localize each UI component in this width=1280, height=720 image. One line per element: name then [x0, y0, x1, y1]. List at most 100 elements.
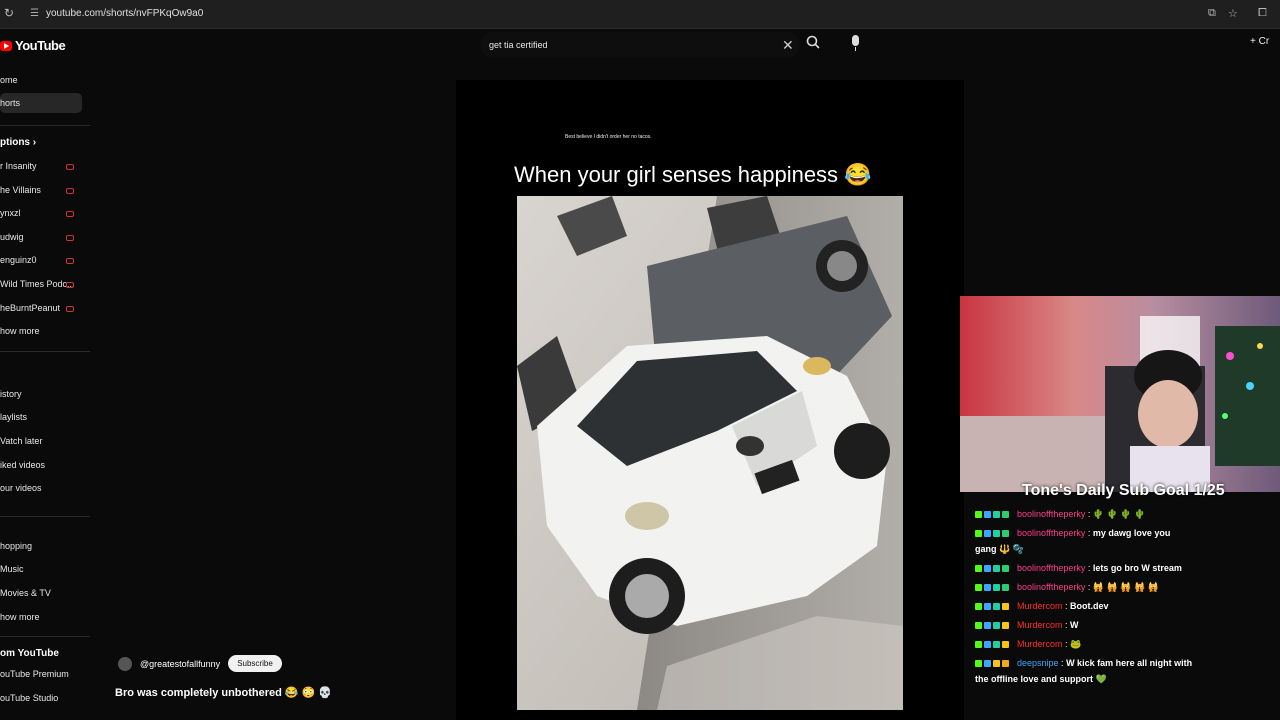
sidebar-subscription[interactable]: udwig: [0, 232, 24, 242]
sidebar-divider: [0, 516, 90, 517]
chat-username[interactable]: Murdercom: [1017, 639, 1063, 649]
live-icon: [66, 188, 74, 194]
sidebar-divider: [0, 636, 90, 637]
chat-text: my dawg love you: [1092, 528, 1171, 538]
sidebar-item-youtube-premium[interactable]: ouTube Premium: [0, 669, 69, 679]
sidebar-divider: [0, 351, 90, 352]
chat-text: W kick fam here all night with: [1066, 658, 1193, 668]
badge-icons: [975, 509, 1017, 519]
live-icon: [66, 306, 74, 312]
youtube-logo[interactable]: YouTube: [0, 38, 66, 53]
microphone-icon[interactable]: [849, 35, 863, 53]
sidebar-item-shorts[interactable]: horts: [0, 93, 82, 113]
chat-text: W: [1070, 620, 1079, 630]
bookmark-star-icon[interactable]: ☆: [1228, 7, 1238, 20]
sidebar-item-watch-later[interactable]: Vatch later: [0, 436, 42, 446]
chat-username[interactable]: deepsnipe: [1017, 658, 1059, 668]
badge-icons: [975, 639, 1017, 649]
chat-username[interactable]: boolinofftheperky: [1017, 582, 1085, 592]
reload-icon[interactable]: ↻: [4, 6, 14, 20]
create-button[interactable]: + Cr: [1250, 36, 1269, 47]
site-info-icon[interactable]: ☰: [30, 8, 39, 19]
clear-search-icon[interactable]: ✕: [782, 37, 794, 54]
chat-text: 🌵 🌵 🌵 🌵: [1092, 509, 1146, 519]
address-bar[interactable]: youtube.com/shorts/nvFPKqOw9a0: [46, 8, 203, 19]
sidebar-divider: [0, 125, 90, 126]
channel-avatar[interactable]: [118, 656, 132, 671]
chat-text: lets go bro W stream: [1092, 563, 1182, 573]
subscribe-button[interactable]: Subscribe: [228, 655, 282, 672]
live-icon: [66, 282, 74, 288]
sidebar-show-more[interactable]: how more: [0, 612, 40, 622]
sidebar-item-liked-videos[interactable]: iked videos: [0, 460, 45, 470]
chat-username[interactable]: Murdercom: [1017, 620, 1063, 630]
chat-text: 🐸: [1070, 639, 1082, 649]
sidebar-subscription[interactable]: heBurntPeanut: [0, 303, 60, 313]
video-caption-small: Best believe I didn't order her no tacos…: [565, 134, 652, 140]
live-icon: [66, 211, 74, 217]
channel-row: @greatestofallfunny Subscribe: [118, 655, 282, 672]
chat-text: the offline love and support 💚: [975, 674, 1107, 684]
sidebar-item-shopping[interactable]: hopping: [0, 541, 32, 551]
sidebar-show-more[interactable]: how more: [0, 326, 40, 336]
chat-message: Murdercom : 🐸: [975, 639, 1081, 650]
chevron-right-icon: ›: [32, 137, 37, 148]
video-caption-meme: When your girl senses happiness 😂: [514, 162, 872, 187]
sidebar-item-music[interactable]: Music: [0, 564, 24, 574]
video-frame-car: [517, 196, 903, 710]
short-title: Bro was completely unbothered 😂 😳 💀: [115, 687, 333, 699]
create-label: Cr: [1258, 36, 1270, 47]
sidebar-item-home[interactable]: ome: [0, 75, 18, 85]
youtube-logo-text: YouTube: [15, 38, 66, 53]
search-bar[interactable]: get tia certified ✕: [480, 32, 800, 58]
chat-message-continued: the offline love and support 💚: [975, 674, 1107, 685]
chat-message: boolinofftheperky : lets go bro W stream: [975, 563, 1182, 573]
chat-message: Murdercom : W: [975, 620, 1079, 630]
search-input[interactable]: get tia certified: [489, 40, 548, 50]
search-glyph: [806, 35, 820, 49]
mic-capsule: [852, 35, 859, 46]
chat-text: Boot.dev: [1070, 601, 1109, 611]
youtube-play-icon: [0, 40, 12, 51]
badge-icons: [975, 582, 1017, 592]
search-icon[interactable]: [806, 35, 820, 52]
live-icon: [66, 164, 74, 170]
sidebar-subscription[interactable]: ynxzl: [0, 208, 21, 218]
chat-username[interactable]: boolinofftheperky: [1017, 528, 1085, 538]
sidebar-subscription[interactable]: r Insanity: [0, 161, 37, 171]
browser-toolbar: ↻ ☰ youtube.com/shorts/nvFPKqOw9a0 ⧉ ☆ ⧠: [0, 0, 1280, 29]
install-icon[interactable]: ⧉: [1208, 7, 1216, 20]
streamer-webcam: [960, 296, 1280, 492]
mic-stand: [855, 47, 856, 51]
chat-username[interactable]: boolinofftheperky: [1017, 509, 1085, 519]
extensions-icon[interactable]: ⧠: [1258, 7, 1267, 20]
chat-message: boolinofftheperky : 🙀 🙀 🙀 🙀 🙀: [975, 582, 1159, 593]
chat-text: 🙀 🙀 🙀 🙀 🙀: [1092, 582, 1159, 592]
channel-name[interactable]: @greatestofallfunny: [140, 659, 220, 669]
chat-message: boolinofftheperky : my dawg love you: [975, 528, 1170, 538]
chat-message-continued: gang 🔱 🫧: [975, 544, 1024, 555]
chat-message: Murdercom : Boot.dev: [975, 601, 1109, 611]
plus-icon: +: [1250, 36, 1256, 47]
badge-icons: [975, 528, 1017, 538]
sidebar-subscription[interactable]: enguinz0: [0, 255, 37, 265]
live-icon: [66, 235, 74, 241]
badge-icons: [975, 620, 1017, 630]
sidebar-from-youtube-header: om YouTube: [0, 648, 59, 659]
chat-username[interactable]: Murdercom: [1017, 601, 1063, 611]
sidebar-subscription[interactable]: Wild Times Podc...: [0, 279, 75, 289]
sidebar-item-movies-tv[interactable]: Movies & TV: [0, 588, 51, 598]
sidebar-item-your-videos[interactable]: our videos: [0, 483, 42, 493]
webcam-scene: [960, 296, 1280, 492]
badge-icons: [975, 563, 1017, 573]
chat-message: deepsnipe : W kick fam here all night wi…: [975, 658, 1192, 668]
sidebar-item-history[interactable]: istory: [0, 389, 22, 399]
sidebar-subscription[interactable]: he Villains: [0, 185, 41, 195]
chat-username[interactable]: boolinofftheperky: [1017, 563, 1085, 573]
sidebar-subscriptions-header[interactable]: ptions ›: [0, 137, 36, 148]
sidebar-item-playlists[interactable]: laylists: [0, 412, 27, 422]
badge-icons: [975, 601, 1017, 611]
sidebar-item-youtube-studio[interactable]: ouTube Studio: [0, 693, 58, 703]
sub-goal-overlay: Tone's Daily Sub Goal 1/25: [1022, 482, 1225, 499]
car-scene: [517, 196, 903, 710]
